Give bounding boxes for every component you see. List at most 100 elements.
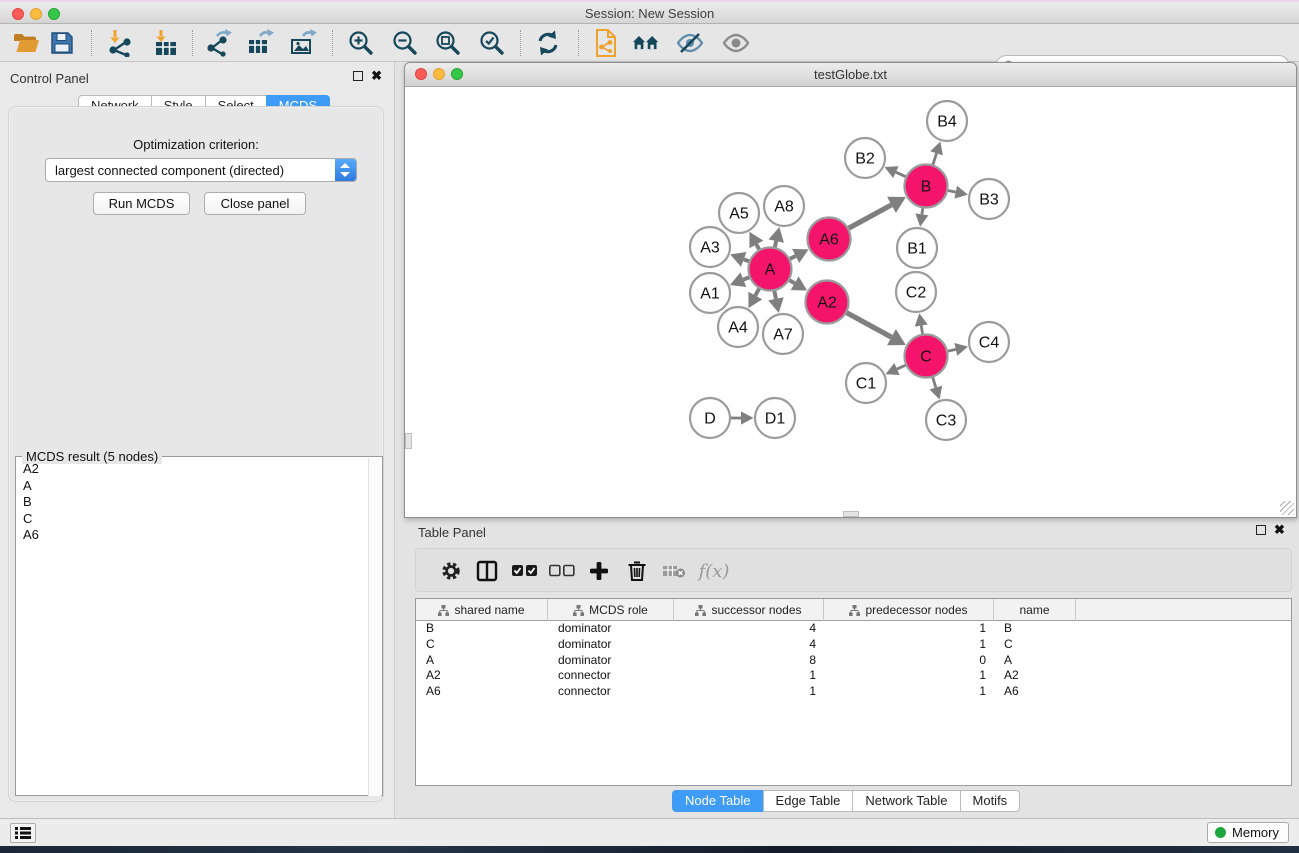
table-cell[interactable]: 1 [824, 637, 994, 653]
float-table-panel-icon[interactable] [1256, 525, 1266, 535]
node-A1[interactable]: A1 [690, 273, 730, 313]
table-cell[interactable]: A [994, 653, 1076, 669]
column-header-shared-name[interactable]: shared name [416, 599, 548, 621]
houses-icon[interactable] [632, 29, 660, 57]
criterion-select[interactable]: largest connected component (directed) [45, 158, 357, 182]
table-row-B[interactable]: Bdominator41B [416, 621, 1291, 637]
node-C2[interactable]: C2 [896, 272, 936, 312]
tab-network-table[interactable]: Network Table [852, 790, 960, 812]
table-row-C[interactable]: Cdominator41C [416, 637, 1291, 653]
memory-button[interactable]: Memory [1207, 822, 1289, 843]
table-cell[interactable]: A [416, 653, 548, 669]
table-cell[interactable]: 1 [824, 621, 994, 637]
table-cell[interactable]: dominator [548, 621, 674, 637]
edge-A-A7[interactable] [774, 291, 776, 299]
delete-trash-icon[interactable] [622, 557, 652, 585]
edge-B-B3[interactable] [948, 191, 956, 193]
result-item[interactable]: B [16, 494, 368, 511]
task-history-list-icon[interactable] [10, 823, 36, 843]
edge-C-C4[interactable] [948, 349, 956, 351]
close-panel-button[interactable]: Close panel [204, 192, 306, 215]
table-cell[interactable]: A6 [994, 684, 1076, 700]
table-cell[interactable]: 1 [674, 668, 824, 684]
node-B2[interactable]: B2 [845, 138, 885, 178]
canvas-bottom-handle[interactable] [843, 511, 859, 517]
table-cell[interactable]: 1 [824, 668, 994, 684]
edge-A6-B[interactable] [849, 205, 892, 228]
network-canvas[interactable]: AA1A2A3A4A5A6A7A8BB1B2B3B4CC1C2C3C4DD1 [405, 87, 1296, 514]
result-item[interactable]: C [16, 511, 368, 528]
table-cell[interactable]: connector [548, 684, 674, 700]
zoom-fit-icon[interactable] [434, 29, 462, 57]
table-cell[interactable]: 4 [674, 637, 824, 653]
table-cell[interactable]: dominator [548, 637, 674, 653]
table-cell[interactable]: B [994, 621, 1076, 637]
window-resize-grip[interactable] [1280, 501, 1294, 515]
export-table-icon[interactable] [246, 29, 274, 57]
column-header-name[interactable]: name [994, 599, 1076, 621]
table-cell[interactable]: dominator [548, 653, 674, 669]
tab-node-table[interactable]: Node Table [672, 790, 764, 812]
edge-A-A3[interactable] [744, 259, 749, 261]
edge-C-C2[interactable] [921, 326, 922, 334]
network-window-titlebar[interactable]: testGlobe.txt [405, 63, 1296, 87]
node-B3[interactable]: B3 [969, 179, 1009, 219]
import-network-icon[interactable] [106, 29, 134, 57]
node-D[interactable]: D [690, 398, 730, 438]
table-cell[interactable]: 8 [674, 653, 824, 669]
open-session-icon[interactable] [11, 29, 39, 57]
table-cell[interactable]: C [416, 637, 548, 653]
edge-A-A6[interactable] [790, 256, 796, 259]
result-scrollbar[interactable] [368, 458, 381, 796]
hide-selected-eye-slash-icon[interactable] [676, 29, 704, 57]
zoom-in-icon[interactable] [347, 29, 375, 57]
save-session-icon[interactable] [48, 29, 76, 57]
close-panel-icon[interactable]: ✖ [371, 71, 382, 81]
node-B1[interactable]: B1 [897, 228, 937, 268]
edge-A2-C[interactable] [847, 313, 892, 337]
node-C[interactable]: C [905, 335, 948, 378]
node-C3[interactable]: C3 [926, 400, 966, 440]
table-cell[interactable]: A2 [994, 668, 1076, 684]
column-header-predecessor-nodes[interactable]: predecessor nodes [824, 599, 994, 621]
tab-motifs[interactable]: Motifs [960, 790, 1021, 812]
node-A[interactable]: A [749, 248, 792, 291]
node-C1[interactable]: C1 [846, 363, 886, 403]
close-table-panel-icon[interactable]: ✖ [1274, 525, 1285, 535]
table-cell[interactable]: A2 [416, 668, 548, 684]
column-header-MCDS-role[interactable]: MCDS role [548, 599, 674, 621]
edge-A-A5[interactable] [756, 244, 759, 249]
node-B[interactable]: B [905, 165, 948, 208]
result-item[interactable]: A6 [16, 527, 368, 544]
float-panel-icon[interactable] [353, 71, 363, 81]
node-A7[interactable]: A7 [763, 314, 803, 354]
edge-A-A2[interactable] [789, 280, 794, 283]
node-A6[interactable]: A6 [808, 218, 851, 261]
result-item[interactable]: A2 [16, 461, 368, 478]
select-all-checks-icon[interactable] [510, 557, 540, 585]
edge-B-B4[interactable] [933, 153, 937, 164]
deselect-all-boxes-icon[interactable] [547, 557, 577, 585]
node-A8[interactable]: A8 [764, 186, 804, 226]
show-all-eye-icon[interactable] [722, 29, 750, 57]
zoom-out-icon[interactable] [391, 29, 419, 57]
canvas-left-handle[interactable] [405, 433, 412, 449]
table-cell[interactable]: 0 [824, 653, 994, 669]
edge-B-B2[interactable] [896, 172, 906, 176]
export-image-icon[interactable] [289, 29, 317, 57]
node-B4[interactable]: B4 [927, 101, 967, 141]
column-header-successor-nodes[interactable]: successor nodes [674, 599, 824, 621]
run-mcds-button[interactable]: Run MCDS [93, 192, 190, 215]
node-D1[interactable]: D1 [755, 398, 795, 438]
settings-gear-icon[interactable] [436, 557, 466, 585]
node-A5[interactable]: A5 [719, 193, 759, 233]
table-row-A[interactable]: Adominator80A [416, 653, 1291, 669]
refresh-icon[interactable] [534, 29, 562, 57]
table-cell[interactable]: 1 [674, 684, 824, 700]
table-cell[interactable]: A6 [416, 684, 548, 700]
node-A4[interactable]: A4 [718, 307, 758, 347]
tab-edge-table[interactable]: Edge Table [763, 790, 854, 812]
node-C4[interactable]: C4 [969, 322, 1009, 362]
table-cell[interactable]: C [994, 637, 1076, 653]
table-row-A6[interactable]: A6connector11A6 [416, 684, 1291, 700]
